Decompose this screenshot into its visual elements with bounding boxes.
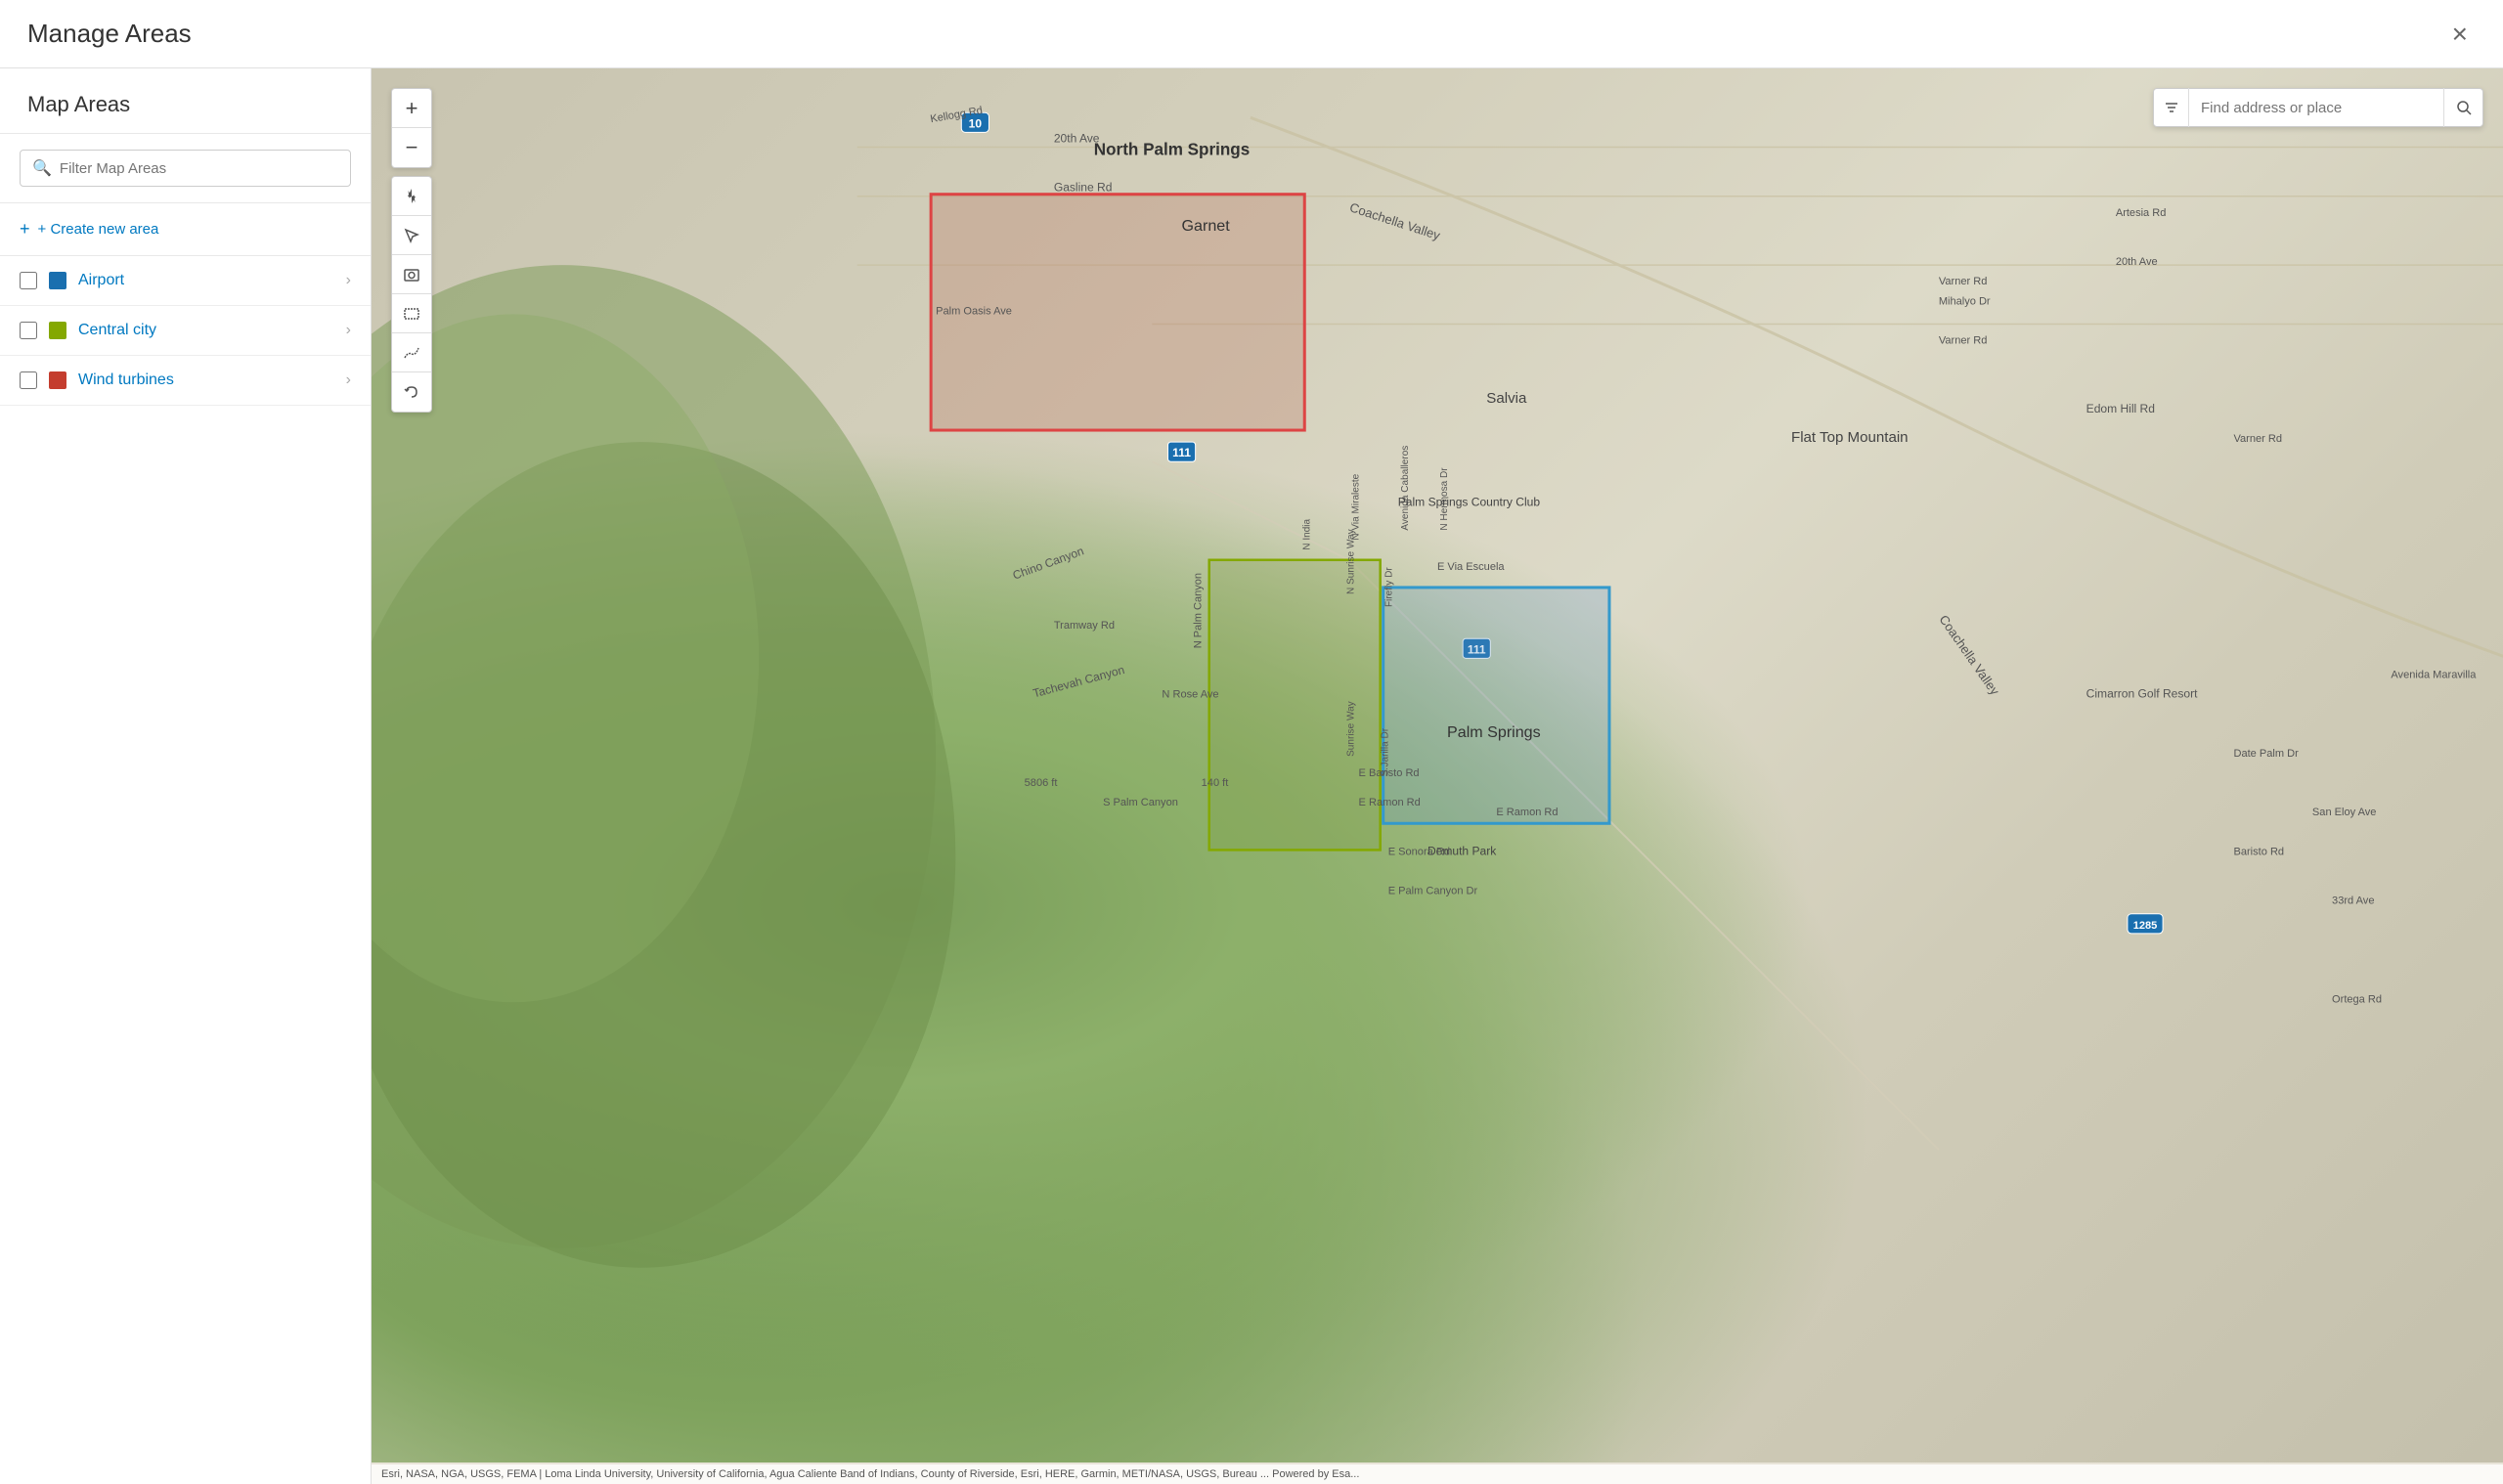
area-name-central-city: Central city (78, 322, 346, 339)
area-item-airport[interactable]: Airport › (0, 256, 371, 306)
attribution-end: Powered by Esa... (1272, 1468, 1359, 1480)
svg-text:Salvia: Salvia (1486, 390, 1527, 407)
map-search-filter-button[interactable] (2154, 88, 2189, 127)
area-swatch-airport (49, 272, 66, 289)
chevron-right-icon-wind-turbines: › (346, 371, 351, 389)
svg-text:N Sunrise Way: N Sunrise Way (1346, 529, 1357, 594)
svg-text:33rd Ave: 33rd Ave (2332, 895, 2374, 907)
attribution-text: Esri, NASA, NGA, USGS, FEMA | Loma Linda… (381, 1468, 1269, 1480)
svg-text:E Sonora Rd: E Sonora Rd (1388, 846, 1450, 857)
filter-container: 🔍 (0, 134, 371, 203)
svg-text:Firefly Dr: Firefly Dr (1384, 567, 1395, 607)
svg-text:Artesia Rd: Artesia Rd (2116, 207, 2167, 219)
svg-text:Coachella Valley: Coachella Valley (1936, 612, 2002, 698)
navigate-button[interactable] (392, 177, 431, 216)
svg-text:10: 10 (969, 116, 983, 130)
svg-text:Varner Rd: Varner Rd (1939, 276, 1988, 287)
select-button[interactable] (392, 216, 431, 255)
svg-text:20th Ave: 20th Ave (1054, 131, 1100, 145)
app-title: Manage Areas (27, 19, 192, 49)
svg-text:E Ramon Rd: E Ramon Rd (1359, 797, 1421, 808)
svg-text:140 ft: 140 ft (1202, 777, 1229, 789)
area-list: Airport › Central city › Wind turbines › (0, 256, 371, 1484)
map-search-input[interactable] (2189, 100, 2443, 116)
svg-text:Chino Canyon: Chino Canyon (1011, 544, 1086, 582)
area-checkbox-airport[interactable] (20, 272, 37, 289)
plus-icon: + (20, 219, 30, 240)
create-area-button[interactable]: + + Create new area (0, 203, 371, 256)
area-checkbox-wind-turbines[interactable] (20, 371, 37, 389)
svg-text:Tramway Rd: Tramway Rd (1054, 620, 1115, 632)
area-name-wind-turbines: Wind turbines (78, 371, 346, 389)
search-icon: 🔍 (32, 158, 52, 178)
svg-text:N India: N India (1301, 518, 1312, 549)
svg-text:S Palm Canyon: S Palm Canyon (1103, 797, 1178, 808)
filter-input[interactable] (60, 160, 338, 177)
svg-text:Avenida Caballeros: Avenida Caballeros (1400, 446, 1411, 531)
screenshot-button[interactable] (392, 255, 431, 294)
svg-text:Palm Springs Country Club: Palm Springs Country Club (1398, 495, 1541, 508)
svg-text:Cimarron Golf Resort: Cimarron Golf Resort (2086, 687, 2198, 701)
svg-text:20th Ave: 20th Ave (2116, 256, 2158, 268)
svg-text:N Palm Canyon: N Palm Canyon (1193, 573, 1205, 648)
sidebar: Map Areas 🔍 + + Create new area Airport … (0, 68, 372, 1484)
filter-input-wrap: 🔍 (20, 150, 351, 187)
area-name-airport: Airport (78, 272, 346, 289)
area-item-central-city[interactable]: Central city › (0, 306, 371, 356)
chevron-right-icon-airport: › (346, 272, 351, 289)
svg-text:Garnet: Garnet (1182, 217, 1231, 235)
zoom-out-button[interactable]: − (392, 128, 431, 167)
svg-text:Palm Oasis Ave: Palm Oasis Ave (936, 305, 1012, 317)
map-search-bar (2153, 88, 2483, 127)
svg-text:Tachevah Canyon: Tachevah Canyon (1032, 663, 1126, 700)
svg-text:San Eloy Ave: San Eloy Ave (2312, 807, 2377, 818)
svg-text:Varner Rd: Varner Rd (2234, 433, 2283, 445)
title-bar: Manage Areas × (0, 0, 2503, 68)
draw-freehand-button[interactable] (392, 333, 431, 372)
svg-text:N Rose Ave: N Rose Ave (1162, 689, 1218, 701)
area-item-wind-turbines[interactable]: Wind turbines › (0, 356, 371, 406)
app-container: Manage Areas × Map Areas 🔍 + + Create ne… (0, 0, 2503, 1484)
svg-text:Baristo Rd: Baristo Rd (2234, 846, 2285, 857)
close-button[interactable]: × (2444, 17, 2476, 52)
svg-text:Palm Springs: Palm Springs (1447, 723, 1541, 741)
svg-text:111: 111 (1172, 446, 1191, 459)
svg-text:S Jarilla Dr: S Jarilla Dr (1381, 727, 1391, 776)
create-area-label: + Create new area (38, 221, 159, 238)
svg-text:Mihalyo Dr: Mihalyo Dr (1939, 295, 1991, 307)
svg-text:E Via Escuela: E Via Escuela (1437, 561, 1505, 573)
zoom-in-button[interactable]: + (392, 89, 431, 128)
svg-text:Varner Rd: Varner Rd (1939, 335, 1988, 347)
draw-toolbar (391, 176, 432, 413)
draw-rectangle-button[interactable] (392, 294, 431, 333)
main-layout: Map Areas 🔍 + + Create new area Airport … (0, 68, 2503, 1484)
svg-text:E Ramon Rd: E Ramon Rd (1496, 807, 1558, 818)
sidebar-title: Map Areas (0, 68, 371, 134)
svg-text:Ortega Rd: Ortega Rd (2332, 993, 2382, 1005)
area-swatch-central-city (49, 322, 66, 339)
undo-button[interactable] (392, 372, 431, 412)
svg-text:Avenida Maravilla: Avenida Maravilla (2391, 669, 2477, 680)
map-attribution: Esri, NASA, NGA, USGS, FEMA | Loma Linda… (372, 1464, 2503, 1484)
svg-text:Gasline Rd: Gasline Rd (1054, 181, 1113, 195)
chevron-right-icon-central-city: › (346, 322, 351, 339)
svg-text:Date Palm Dr: Date Palm Dr (2234, 748, 2300, 760)
map-container[interactable]: 10 111 111 1285 (372, 68, 2503, 1484)
svg-text:5806 ft: 5806 ft (1025, 777, 1058, 789)
area-swatch-wind-turbines (49, 371, 66, 389)
map-search-button[interactable] (2443, 88, 2482, 127)
area-checkbox-central-city[interactable] (20, 322, 37, 339)
svg-text:Sunrise Way: Sunrise Way (1346, 701, 1357, 757)
map-svg: 10 111 111 1285 (372, 68, 2503, 1484)
svg-text:E Palm Canyon Dr: E Palm Canyon Dr (1388, 886, 1478, 897)
svg-text:1285: 1285 (2133, 920, 2158, 932)
svg-text:Flat Top Mountain: Flat Top Mountain (1791, 429, 1909, 446)
zoom-controls: + − (391, 88, 432, 168)
svg-text:Edom Hill Rd: Edom Hill Rd (2086, 402, 2155, 415)
svg-text:Coachella Valley: Coachella Valley (1348, 199, 1443, 242)
svg-text:North Palm Springs: North Palm Springs (1094, 140, 1250, 158)
